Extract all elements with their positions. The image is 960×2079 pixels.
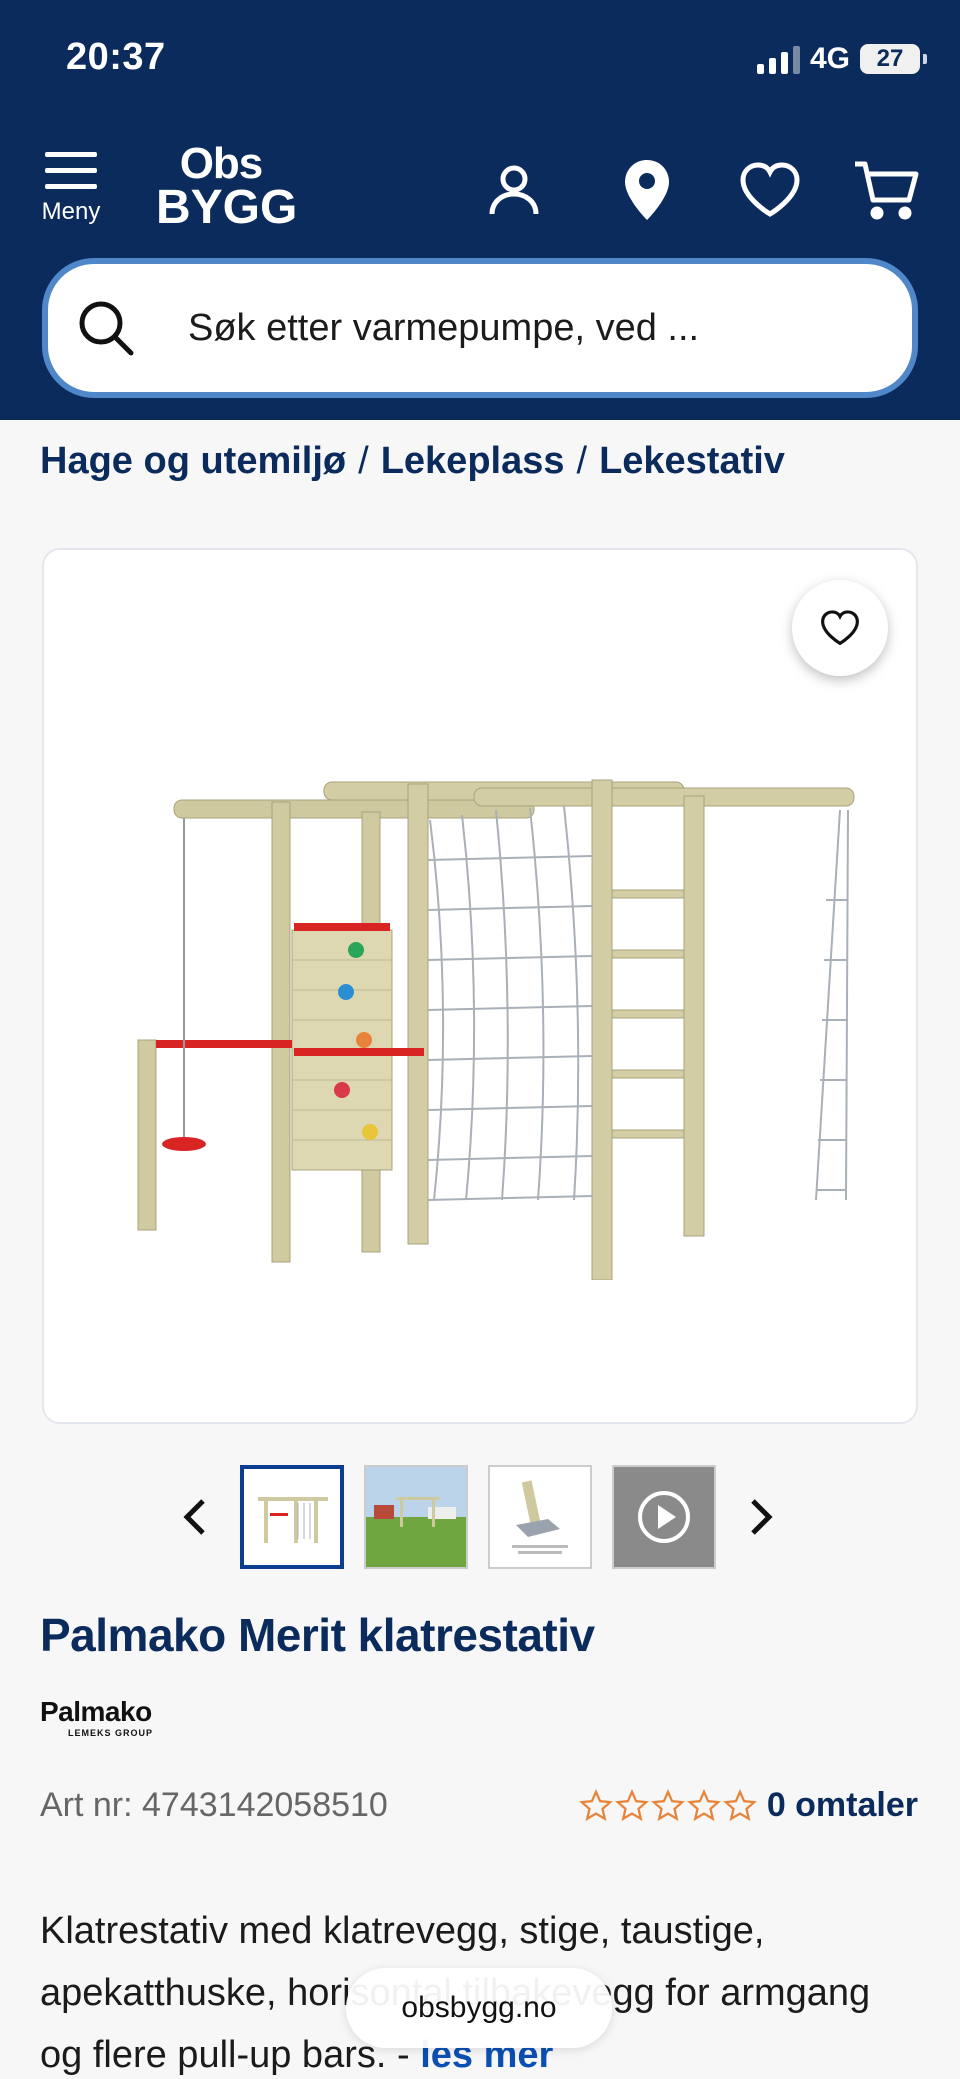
battery-icon: 27 [860,44,927,74]
signal-icon [756,44,800,74]
star-icon [578,1788,613,1821]
status-indicators: 4G 27 [756,42,927,76]
thumbnail-video[interactable] [612,1465,716,1569]
breadcrumb-link-lekestativ[interactable]: Lekestativ [599,440,785,483]
search-icon [79,301,134,356]
status-time: 20:37 [66,36,166,78]
thumbnail-image [244,1469,340,1565]
article-number: Art nr: 4743142058510 [40,1786,388,1824]
rating-stars [578,1788,757,1823]
product-rating[interactable]: 0 omtaler [578,1786,918,1825]
thumbnail-image [490,1467,590,1567]
product-title: Palmako Merit klatrestativ [40,1609,595,1661]
play-icon [614,1467,714,1567]
thumbnail-3[interactable] [488,1465,592,1569]
search-bar[interactable]: Søk etter varmepumpe, ved ... [42,258,918,398]
breadcrumb: Hage og utemiljø / Lekeplass / Lekestati… [40,440,785,483]
location-pin-icon [625,160,669,220]
brand-logo[interactable]: Palmako LEMEKS GROUP [40,1696,153,1738]
breadcrumb-separator: / [576,440,588,482]
store-locator-button[interactable] [607,150,687,230]
review-count[interactable]: 0 omtaler [767,1786,918,1825]
cart-button[interactable] [846,150,926,230]
product-image-card[interactable] [42,548,918,1424]
image-gallery-thumbnails [160,1462,800,1572]
chevron-left-icon [183,1499,205,1535]
star-icon [686,1788,721,1821]
menu-button[interactable]: Meny [30,150,112,260]
thumbnail-1[interactable] [240,1465,344,1569]
browser-url-pill[interactable]: obsbygg.no [346,1968,612,2048]
status-bar: 20:37 4G 27 [0,0,960,120]
gallery-next-button[interactable] [726,1467,796,1567]
chevron-right-icon [751,1499,773,1535]
favorites-button[interactable] [730,150,810,230]
heart-icon [740,162,800,217]
breadcrumb-link-hage[interactable]: Hage og utemiljø [40,440,346,483]
user-icon [489,165,539,215]
heart-outline-icon [821,610,859,646]
site-header: Meny Obs BYGG Søk etter varmepumpe, ved … [0,120,960,420]
cart-icon [855,161,919,220]
star-icon [650,1788,685,1821]
star-icon [614,1788,649,1821]
obs-bygg-logo[interactable]: Obs BYGG [156,142,297,232]
thumbnail-image [366,1467,466,1567]
search-input[interactable]: Søk etter varmepumpe, ved ... [188,307,699,350]
add-to-favorites-button[interactable] [792,580,888,676]
gallery-prev-button[interactable] [160,1467,230,1567]
network-type: 4G [809,42,850,75]
thumbnail-2[interactable] [364,1465,468,1569]
breadcrumb-separator: / [358,440,369,482]
product-image [137,779,855,1280]
menu-label: Meny [41,198,101,225]
star-icon [722,1788,757,1821]
hamburger-icon [45,152,97,189]
breadcrumb-link-lekeplass[interactable]: Lekeplass [381,440,565,483]
account-button[interactable] [474,150,554,230]
